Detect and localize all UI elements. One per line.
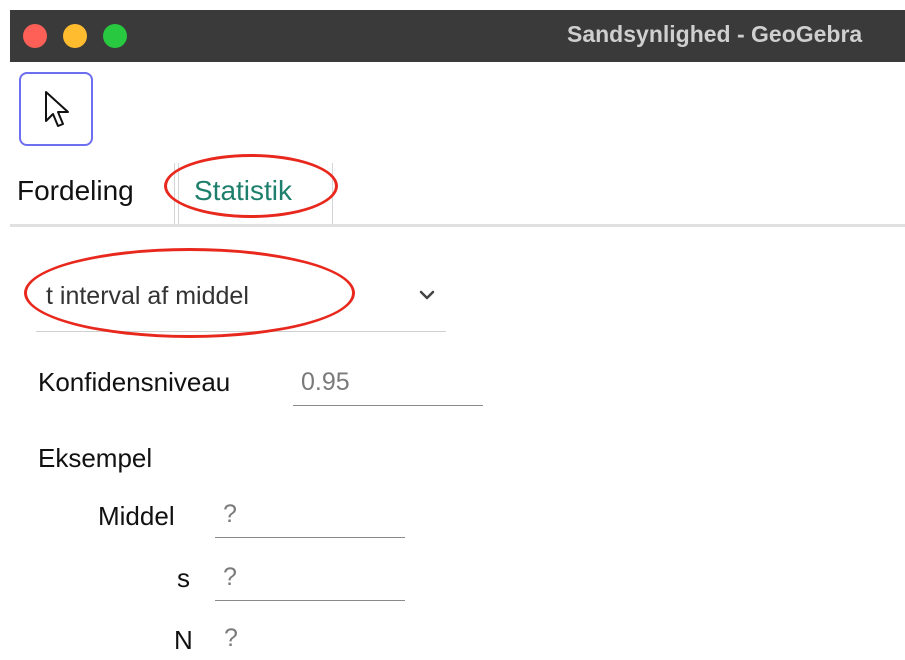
confidence-label: Konfidensniveau xyxy=(38,367,231,397)
confidence-input[interactable]: 0.95 xyxy=(293,366,483,406)
n-label: N xyxy=(174,625,193,655)
zoom-window-button[interactable] xyxy=(103,24,127,48)
move-tool-button[interactable] xyxy=(19,72,93,146)
tab-fordeling[interactable]: Fordeling xyxy=(10,163,175,225)
sd-label: s xyxy=(177,563,190,593)
toolbar xyxy=(10,62,905,164)
confidence-value: 0.95 xyxy=(301,368,350,396)
annotation-circle-procedure xyxy=(24,248,355,338)
minimize-window-button[interactable] xyxy=(63,24,87,48)
mean-label: Middel xyxy=(98,501,175,531)
tab-divider xyxy=(10,224,905,227)
annotation-circle-statistik xyxy=(164,154,338,218)
title-bar: Sandsynlighed - GeoGebra xyxy=(10,10,905,62)
sample-heading: Eksempel xyxy=(38,443,153,473)
window-title: Sandsynlighed - GeoGebra xyxy=(567,21,863,47)
n-value[interactable]: ? xyxy=(224,624,238,653)
chevron-down-icon xyxy=(418,288,436,307)
close-window-button[interactable] xyxy=(23,24,47,48)
mean-value: ? xyxy=(223,500,237,528)
sd-input[interactable]: ? xyxy=(215,561,405,601)
mean-input[interactable]: ? xyxy=(215,498,405,538)
sd-value: ? xyxy=(223,563,237,591)
